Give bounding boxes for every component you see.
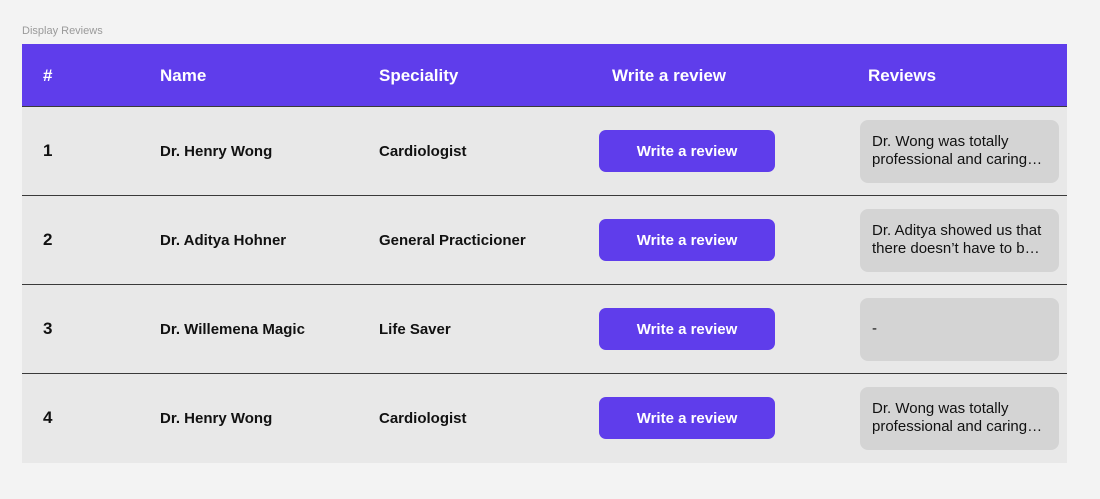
review-preview[interactable]: - bbox=[860, 297, 1059, 361]
write-review-cell: Write a review bbox=[599, 285, 775, 373]
reviews-table: # Name Speciality Write a review Reviews… bbox=[22, 44, 1067, 463]
header-speciality: Speciality bbox=[379, 65, 459, 85]
header-reviews: Reviews bbox=[868, 65, 937, 85]
row-number: 1 bbox=[43, 141, 53, 160]
review-preview[interactable]: Dr. Wong was totally professional and ca… bbox=[860, 386, 1059, 450]
header-write-review: Write a review bbox=[612, 65, 727, 85]
doctor-name: Dr. Willemena Magic bbox=[160, 320, 305, 338]
review-text: Dr. Wong was totally professional and ca… bbox=[872, 132, 1028, 168]
review-text: - bbox=[872, 320, 877, 337]
write-review-cell: Write a review bbox=[599, 107, 775, 195]
review-preview[interactable]: Dr. Wong was totally professional and ca… bbox=[860, 119, 1059, 183]
write-review-button[interactable]: Write a review bbox=[599, 130, 775, 172]
write-review-button[interactable]: Write a review bbox=[599, 219, 775, 261]
table-row: 3 Dr. Willemena Magic Life Saver Write a… bbox=[22, 285, 1067, 374]
review-preview[interactable]: Dr. Aditya showed us that there doesn’t … bbox=[860, 208, 1059, 272]
review-text: Dr. Wong was totally professional and ca… bbox=[872, 399, 1028, 435]
header-name: Name bbox=[160, 65, 207, 85]
doctor-name: Dr. Henry Wong bbox=[160, 409, 273, 427]
review-cell: - bbox=[860, 285, 1059, 373]
write-review-cell: Write a review bbox=[599, 374, 775, 462]
header-number: # bbox=[43, 65, 53, 85]
doctor-name: Dr. Aditya Hohner bbox=[160, 231, 287, 249]
review-cell: Dr. Wong was totally professional and ca… bbox=[860, 374, 1059, 462]
frame-label: Display Reviews bbox=[22, 25, 103, 37]
doctor-name: Dr. Henry Wong bbox=[160, 142, 273, 160]
row-number: 2 bbox=[43, 230, 53, 249]
table-row: 1 Dr. Henry Wong Cardiologist Write a re… bbox=[22, 107, 1067, 196]
write-review-button[interactable]: Write a review bbox=[599, 308, 775, 350]
row-number: 4 bbox=[43, 408, 53, 427]
review-cell: Dr. Wong was totally professional and ca… bbox=[860, 107, 1059, 195]
table-header: # Name Speciality Write a review Reviews bbox=[22, 44, 1067, 107]
doctor-speciality: Cardiologist bbox=[379, 142, 467, 160]
doctor-speciality: Life Saver bbox=[379, 320, 451, 338]
doctor-speciality: General Practicioner bbox=[379, 231, 526, 249]
write-review-button[interactable]: Write a review bbox=[599, 397, 775, 439]
review-cell: Dr. Aditya showed us that there doesn’t … bbox=[860, 196, 1059, 284]
table-row: 4 Dr. Henry Wong Cardiologist Write a re… bbox=[22, 374, 1067, 463]
row-number: 3 bbox=[43, 319, 53, 338]
doctor-speciality: Cardiologist bbox=[379, 409, 467, 427]
write-review-cell: Write a review bbox=[599, 196, 775, 284]
review-text: Dr. Aditya showed us that there doesn’t … bbox=[872, 221, 1046, 257]
table-row: 2 Dr. Aditya Hohner General Practicioner… bbox=[22, 196, 1067, 285]
